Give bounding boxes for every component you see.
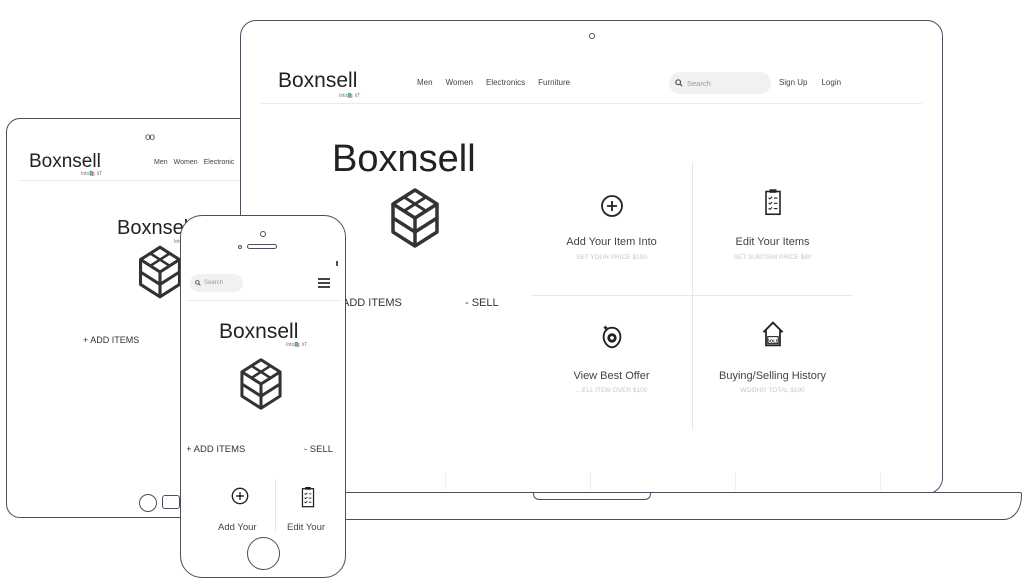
clipboard-checklist-icon[interactable] bbox=[299, 485, 317, 509]
phone-screen: Search Boxnsell Into🛍️ iiT + ADD ITEMS -… bbox=[187, 266, 341, 532]
laptop-box-icon bbox=[391, 188, 439, 248]
phone-home-button[interactable] bbox=[247, 537, 280, 570]
search-placeholder: Search bbox=[687, 78, 711, 88]
laptop-logo[interactable]: Boxnsell bbox=[278, 69, 357, 93]
plus-circle-icon[interactable] bbox=[230, 485, 250, 507]
feature-subtitle: …ELL ITEM OVER $100 bbox=[575, 387, 648, 394]
tablet-side-button bbox=[162, 495, 180, 509]
plus-circle-icon bbox=[601, 195, 623, 217]
phone-add-items-button[interactable]: + ADD ITEMS bbox=[187, 444, 245, 455]
auth-links: Sign Up Login bbox=[779, 78, 841, 87]
laptop-bottom-dividers bbox=[249, 472, 934, 493]
tablet-nav: Men Women Electronic bbox=[154, 159, 234, 166]
feature-edit-items[interactable]: Edit Your Items SET SUBITRM PRICE $80 bbox=[692, 162, 853, 295]
feature-subtitle: SET SUBITRM PRICE $80 bbox=[733, 254, 812, 261]
clipboard-checklist-icon bbox=[765, 189, 781, 216]
phone-sell-button[interactable]: - SELL bbox=[304, 444, 333, 455]
phone-search-input[interactable]: Search bbox=[190, 274, 243, 292]
search-icon bbox=[675, 79, 683, 87]
tablet-nav-electronics[interactable]: Electronic bbox=[204, 159, 235, 166]
phone-header-divider bbox=[187, 300, 341, 301]
laptop-nav: Men Women Electronics Furniture bbox=[417, 78, 570, 87]
feature-title: Buying/Selling History bbox=[719, 370, 826, 382]
phone-feature-title: Add Your bbox=[218, 522, 257, 532]
laptop-base-notch bbox=[533, 492, 651, 500]
phone-box-icon bbox=[240, 358, 282, 410]
divider bbox=[445, 472, 446, 490]
tablet-logo-tagline: Into🛍️ iiT bbox=[81, 171, 103, 177]
tablet-home-button[interactable] bbox=[139, 494, 157, 512]
phone-feature-title: Edit Your bbox=[287, 522, 326, 532]
feature-title: View Best Offer bbox=[573, 370, 650, 382]
tablet-logo[interactable]: Boxnsell bbox=[29, 151, 101, 173]
laptop-screen: Boxnsell Into🛍️ iiT Men Women Electronic… bbox=[249, 47, 934, 493]
signup-link[interactable]: Sign Up bbox=[779, 78, 807, 87]
divider bbox=[735, 472, 736, 490]
svg-text:SOLD: SOLD bbox=[767, 338, 779, 343]
hamburger-menu-icon[interactable] bbox=[318, 278, 330, 288]
laptop-search-input[interactable]: Search bbox=[669, 72, 771, 94]
nav-women[interactable]: Women bbox=[446, 78, 473, 87]
feature-title: Edit Your Items bbox=[735, 236, 810, 248]
phone-sensor bbox=[238, 245, 242, 249]
search-placeholder: Search bbox=[204, 280, 224, 286]
laptop-header-divider bbox=[261, 103, 922, 104]
feature-subtitle: SET YOUR PRICE $100 bbox=[576, 254, 647, 261]
phone-logo-tagline: Into🛍️ iiT bbox=[286, 342, 308, 348]
feature-subtitle: WOOH!!! TOTAL $100 bbox=[740, 387, 805, 394]
tablet-nav-women[interactable]: Women bbox=[174, 159, 198, 166]
feature-add-item[interactable]: Add Your Item Into SET YOUR PRICE $100 bbox=[531, 162, 692, 295]
tablet-add-items-button[interactable]: + ADD ITEMS bbox=[83, 335, 139, 345]
phone-camera bbox=[260, 231, 266, 237]
sold-house-icon: SOLD bbox=[762, 321, 784, 347]
laptop-hero-title: Boxnsell bbox=[332, 138, 476, 180]
feature-grid: Add Your Item Into SET YOUR PRICE $100 E… bbox=[531, 162, 853, 430]
laptop-sell-button[interactable]: - SELL bbox=[465, 297, 499, 309]
nav-men[interactable]: Men bbox=[417, 78, 433, 87]
phone-speaker bbox=[247, 244, 277, 249]
tablet-camera: oo bbox=[145, 132, 155, 143]
divider bbox=[590, 472, 591, 490]
search-icon bbox=[195, 280, 201, 286]
phone-device: Search Boxnsell Into🛍️ iiT + ADD ITEMS -… bbox=[180, 215, 346, 578]
tablet-nav-men[interactable]: Men bbox=[154, 159, 168, 166]
feature-history[interactable]: SOLD Buying/Selling History WOOH!!! TOTA… bbox=[692, 295, 853, 428]
nav-electronics[interactable]: Electronics bbox=[486, 78, 525, 87]
phone-logo[interactable]: Boxnsell bbox=[219, 320, 298, 344]
feature-view-offer[interactable]: View Best Offer …ELL ITEM OVER $100 bbox=[531, 295, 692, 428]
feature-title: Add Your Item Into bbox=[566, 236, 657, 248]
nav-furniture[interactable]: Furniture bbox=[538, 78, 570, 87]
tablet-box-icon bbox=[138, 245, 182, 299]
phone-grid-divider bbox=[275, 479, 276, 532]
divider bbox=[880, 472, 881, 490]
laptop-camera bbox=[589, 33, 595, 39]
laptop-logo-tagline: Into🛍️ iiT bbox=[339, 93, 361, 99]
laptop-add-items-button[interactable]: ADD ITEMS bbox=[342, 297, 402, 309]
login-link[interactable]: Login bbox=[821, 78, 841, 87]
price-tag-icon bbox=[602, 325, 622, 349]
